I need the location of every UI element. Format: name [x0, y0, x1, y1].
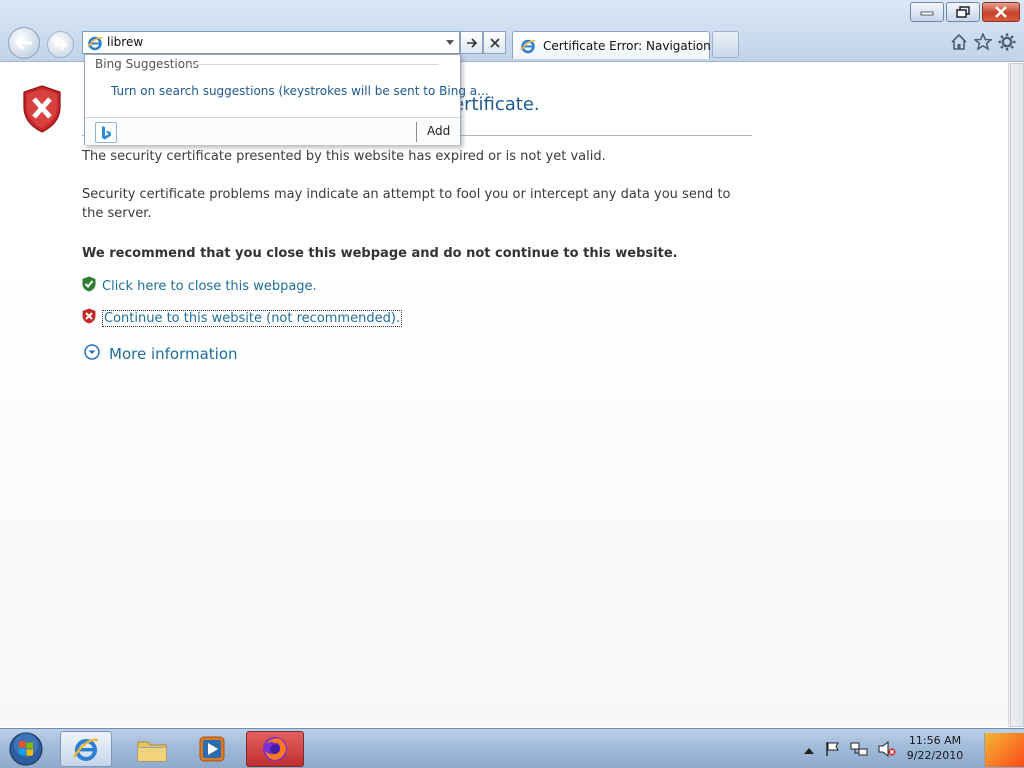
favorites-star-icon[interactable]: [974, 33, 992, 51]
bing-icon[interactable]: [95, 122, 117, 143]
tab-label: Certificate Error: Navigation ...: [543, 39, 727, 53]
address-suggestions-dropdown: Bing Suggestions Turn on search suggesti…: [84, 54, 489, 145]
more-information-label[interactable]: More information: [109, 345, 238, 363]
red-shield-icon: [82, 308, 96, 328]
recommendation-message: We recommend that you close this webpage…: [82, 246, 678, 261]
stop-x-icon: [489, 37, 500, 48]
network-icon[interactable]: [850, 741, 868, 761]
vertical-scrollbar[interactable]: [1008, 63, 1024, 727]
suggestions-header: Bing Suggestions: [95, 57, 199, 71]
firefox-icon: [263, 737, 287, 761]
continue-option[interactable]: Continue to this website (not recommende…: [82, 308, 403, 328]
taskbar-firefox[interactable]: [246, 731, 304, 767]
ie-icon: [72, 738, 99, 761]
close-webpage-option[interactable]: Click here to close this webpage.: [82, 276, 317, 296]
green-shield-icon: [82, 276, 96, 296]
tools-gear-icon[interactable]: [998, 33, 1016, 51]
taskbar-media-player[interactable]: [186, 731, 238, 767]
new-tab-button[interactable]: [712, 31, 739, 58]
tray-expand-icon[interactable]: [804, 744, 814, 759]
ie-icon: [87, 35, 103, 55]
continue-link[interactable]: Continue to this website (not recommende…: [102, 309, 403, 327]
turn-on-suggestions-link[interactable]: Turn on search suggestions (keystrokes w…: [111, 84, 489, 98]
action-center-flag-icon[interactable]: [824, 741, 840, 761]
expired-message: The security certificate presented by th…: [82, 149, 606, 164]
header-divider: [189, 64, 439, 65]
taskbar-internet-explorer[interactable]: [60, 731, 112, 767]
toolbar-icons: [950, 33, 1016, 51]
back-button[interactable]: [8, 27, 40, 59]
clock-date: 9/22/2010: [906, 749, 964, 762]
folder-icon: [137, 741, 167, 762]
browser-chrome: librew Certificate Error: Navigation ...: [0, 0, 1024, 62]
ie-icon: [520, 38, 536, 58]
address-bar[interactable]: librew: [82, 31, 460, 54]
back-arrow-icon: [14, 35, 32, 51]
start-button[interactable]: [6, 731, 46, 767]
tab-certificate-error[interactable]: Certificate Error: Navigation ...: [512, 31, 726, 59]
stop-button[interactable]: [483, 31, 506, 54]
add-button[interactable]: Add: [427, 124, 450, 138]
system-clock[interactable]: 11:56 AM 9/22/2010: [904, 733, 966, 763]
restore-button[interactable]: [946, 2, 980, 22]
window-controls: [910, 2, 1020, 22]
more-information-toggle[interactable]: More information: [84, 344, 238, 364]
taskbar-windows-explorer[interactable]: [126, 731, 178, 767]
close-icon: [995, 6, 1007, 18]
forward-button[interactable]: [47, 31, 74, 58]
show-desktop-button[interactable]: [984, 733, 1024, 767]
home-icon[interactable]: [950, 33, 968, 51]
footer-divider: [416, 122, 417, 142]
volume-muted-icon[interactable]: [878, 740, 896, 761]
error-shield-icon: [22, 85, 62, 137]
security-warning-message: Security certificate problems may indica…: [82, 187, 731, 221]
forward-arrow-icon: [54, 38, 68, 51]
close-webpage-link[interactable]: Click here to close this webpage.: [102, 279, 317, 294]
taskbar: 11:56 AM 9/22/2010: [0, 728, 1024, 768]
minimize-button[interactable]: [910, 2, 944, 22]
restore-icon: [956, 6, 970, 18]
dropdown-caret-icon[interactable]: [444, 35, 456, 51]
address-input[interactable]: librew: [107, 35, 143, 49]
minimize-icon: [920, 11, 934, 16]
expand-chevron-icon: [84, 344, 100, 364]
scrollbar-thumb[interactable]: [1010, 63, 1024, 727]
system-tray: [804, 740, 896, 761]
clock-time: 11:56 AM: [908, 734, 962, 747]
close-window-button[interactable]: [982, 2, 1020, 22]
go-button[interactable]: [460, 31, 483, 54]
dropdown-footer: Add: [85, 117, 460, 145]
media-player-icon: [199, 736, 225, 762]
windows-orb-icon: [9, 732, 43, 766]
go-arrow-icon: [466, 37, 477, 48]
